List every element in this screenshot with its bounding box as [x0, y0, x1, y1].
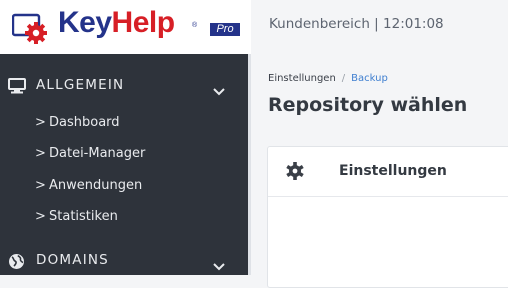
brand-name-part1: Key	[58, 6, 112, 39]
breadcrumb-item-backup[interactable]: Backup	[351, 73, 388, 84]
card-title: Einstellungen	[339, 163, 447, 179]
globe-icon	[8, 253, 25, 274]
chevron-down-icon[interactable]	[212, 81, 226, 100]
card-header: Einstellungen	[268, 147, 508, 197]
sidebar-section-domains[interactable]: DOMAINS	[0, 247, 248, 277]
registered-mark: ®	[192, 22, 197, 29]
sidebar-item-label: Statistiken	[49, 209, 118, 224]
logo[interactable]: KeyHelp ® Pro	[0, 0, 251, 54]
chevron-right-icon: >	[35, 115, 46, 130]
chevron-down-icon[interactable]	[212, 256, 226, 275]
chevron-right-icon: >	[35, 178, 46, 193]
monitor-icon	[8, 78, 26, 98]
sidebar-item-label: Anwendungen	[49, 178, 143, 193]
sidebar-item-dashboard[interactable]: > Dashboard	[35, 115, 120, 137]
sidebar-section-label: ALLGEMEIN	[36, 77, 125, 93]
sidebar: ALLGEMEIN > Dashboard > Datei-Manager > Anw…	[0, 54, 251, 275]
brand-name: KeyHelp ®	[58, 6, 197, 40]
sidebar-item-label: Datei-Manager	[49, 146, 146, 161]
page-title: Repository wählen	[268, 94, 468, 116]
breadcrumb: Einstellungen / Backup	[268, 73, 388, 84]
sidebar-section-allgemein[interactable]: ALLGEMEIN	[0, 72, 248, 102]
sidebar-item-datei-manager[interactable]: > Datei-Manager	[35, 146, 145, 168]
gear-icon	[286, 162, 304, 184]
settings-card: Einstellungen	[267, 146, 508, 288]
main-content: Einstellungen / Backup Repository wählen	[251, 54, 508, 288]
breadcrumb-item-einstellungen[interactable]: Einstellungen	[268, 73, 336, 84]
breadcrumb-separator: /	[341, 73, 346, 84]
chevron-right-icon: >	[35, 146, 46, 161]
sidebar-item-anwendungen[interactable]: > Anwendungen	[35, 178, 142, 200]
sidebar-item-statistiken[interactable]: > Statistiken	[35, 209, 118, 231]
top-header: KeyHelp ® Pro Kundenbereich | 12:01:08	[0, 0, 508, 54]
chevron-right-icon: >	[35, 209, 46, 224]
brand-name-part2: Help	[111, 6, 176, 39]
logo-icon	[11, 13, 52, 49]
edition-badge: Pro	[210, 23, 240, 36]
sidebar-item-label: Dashboard	[49, 115, 120, 130]
sidebar-section-label: DOMAINS	[36, 252, 109, 268]
header-info: Kundenbereich | 12:01:08	[269, 16, 444, 32]
